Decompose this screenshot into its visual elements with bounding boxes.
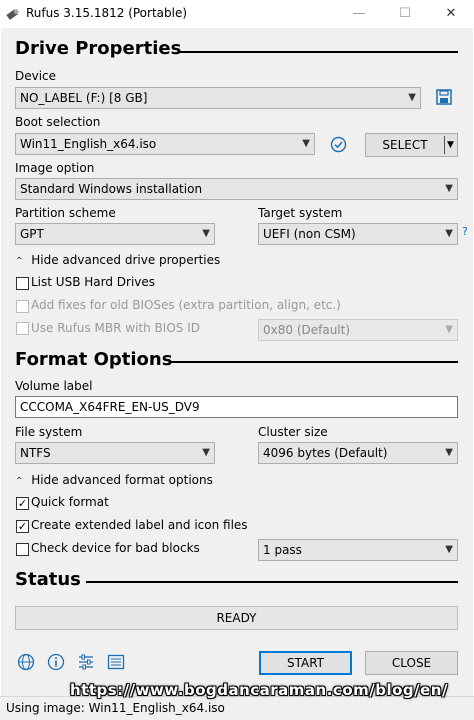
boot-selection-label: Boot selection xyxy=(15,115,101,129)
advanced-drive-toggle-label: Hide advanced drive properties xyxy=(31,253,221,267)
target-help-icon[interactable]: ? xyxy=(462,225,468,238)
partition-scheme-combo[interactable]: GPT ▼ xyxy=(15,223,215,245)
chevron-down-icon: ▼ xyxy=(202,228,210,239)
maximize-button[interactable]: ☐ xyxy=(382,0,428,28)
title-bar: Rufus 3.15.1812 (Portable) — ☐ ✕ xyxy=(0,0,474,28)
device-value: NO_LABEL (F:) [8 GB] xyxy=(20,91,148,105)
file-system-value: NTFS xyxy=(20,446,51,460)
chevron-up-icon: ⌃ xyxy=(15,256,24,267)
file-system-combo[interactable]: NTFS ▼ xyxy=(15,442,215,464)
partition-scheme-label: Partition scheme xyxy=(15,206,116,220)
image-option-label: Image option xyxy=(15,161,95,175)
chevron-down-icon: ▼ xyxy=(445,447,453,458)
add-fixes-label: Add fixes for old BIOSes (extra partitio… xyxy=(31,298,341,312)
format-options-heading: Format Options xyxy=(15,349,173,370)
settings-sliders-icon[interactable] xyxy=(77,653,95,671)
partition-scheme-value: GPT xyxy=(20,227,44,241)
check-circle-icon[interactable] xyxy=(330,136,347,153)
chevron-down-icon: ▼ xyxy=(445,324,453,335)
close-button[interactable]: CLOSE xyxy=(365,651,458,675)
status-progress-text: READY xyxy=(216,611,257,625)
target-system-label: Target system xyxy=(258,206,343,220)
image-option-value: Standard Windows installation xyxy=(20,182,203,196)
device-label: Device xyxy=(15,69,57,83)
start-button[interactable]: START xyxy=(259,651,352,675)
rufus-app-icon xyxy=(6,8,20,20)
select-button[interactable]: SELECT ▼ xyxy=(365,133,458,157)
extended-label-label: Create extended label and icon files xyxy=(31,518,248,532)
list-usb-checkbox[interactable] xyxy=(16,277,29,290)
volume-label-label: Volume label xyxy=(15,379,93,393)
passes-value: 1 pass xyxy=(263,543,302,557)
info-icon[interactable] xyxy=(47,653,65,671)
chevron-down-icon: ▼ xyxy=(202,447,210,458)
globe-icon[interactable] xyxy=(17,653,35,671)
watermark-url: https://www.bogdancaraman.com/blog/en/ xyxy=(70,681,448,699)
quick-format-label: Quick format xyxy=(31,495,109,509)
bad-blocks-checkbox[interactable] xyxy=(16,543,29,556)
drive-properties-heading: Drive Properties xyxy=(15,38,182,59)
chevron-down-icon: ▼ xyxy=(445,544,453,555)
device-combo[interactable]: NO_LABEL (F:) [8 GB] ▼ xyxy=(15,87,421,109)
chevron-down-icon: ▼ xyxy=(302,138,310,149)
chevron-down-icon: ▼ xyxy=(408,92,416,103)
target-system-value: UEFI (non CSM) xyxy=(263,227,356,241)
cluster-size-value: 4096 bytes (Default) xyxy=(263,446,388,460)
boot-selection-combo[interactable]: Win11_English_x64.iso ▼ xyxy=(15,133,315,155)
status-heading: Status xyxy=(15,569,81,590)
chevron-down-icon[interactable]: ▼ xyxy=(447,134,454,156)
boot-selection-value: Win11_English_x64.iso xyxy=(20,137,157,151)
window-title: Rufus 3.15.1812 (Portable) xyxy=(26,6,188,20)
advanced-format-toggle[interactable]: ⌃ Hide advanced format options xyxy=(15,473,213,487)
status-bar-text: Using image: Win11_English_x64.iso xyxy=(6,701,225,715)
passes-combo[interactable]: 1 pass ▼ xyxy=(258,539,458,561)
chevron-down-icon: ▼ xyxy=(445,228,453,239)
chevron-down-icon: ▼ xyxy=(445,183,453,194)
advanced-drive-toggle[interactable]: ⌃ Hide advanced drive properties xyxy=(15,253,220,267)
image-option-combo[interactable]: Standard Windows installation ▼ xyxy=(15,178,458,200)
save-icon[interactable] xyxy=(436,89,452,105)
bad-blocks-label: Check device for bad blocks xyxy=(31,541,200,555)
status-bar: Using image: Win11_English_x64.iso xyxy=(0,696,474,720)
section-divider xyxy=(171,361,458,363)
add-fixes-checkbox[interactable] xyxy=(16,300,29,313)
section-divider xyxy=(86,581,458,583)
log-icon[interactable] xyxy=(107,653,125,671)
bios-id-combo[interactable]: 0x80 (Default) ▼ xyxy=(258,319,458,341)
rufus-mbr-label: Use Rufus MBR with BIOS ID xyxy=(31,321,200,335)
bios-id-value: 0x80 (Default) xyxy=(263,323,351,337)
section-divider xyxy=(178,51,458,53)
rufus-mbr-checkbox[interactable] xyxy=(16,322,29,335)
chevron-up-icon: ⌃ xyxy=(15,476,24,487)
cluster-size-combo[interactable]: 4096 bytes (Default) ▼ xyxy=(258,442,458,464)
select-button-label: SELECT xyxy=(382,138,428,152)
extended-label-checkbox[interactable]: ✓ xyxy=(16,520,29,533)
target-system-combo[interactable]: UEFI (non CSM) ▼ xyxy=(258,223,458,245)
quick-format-checkbox[interactable]: ✓ xyxy=(16,497,29,510)
close-window-button[interactable]: ✕ xyxy=(428,0,474,28)
volume-label-input[interactable]: CCCOMA_X64FRE_EN-US_DV9 xyxy=(15,396,458,418)
file-system-label: File system xyxy=(15,425,83,439)
cluster-size-label: Cluster size xyxy=(258,425,328,439)
split-divider xyxy=(444,136,445,154)
advanced-format-toggle-label: Hide advanced format options xyxy=(31,473,213,487)
list-usb-label: List USB Hard Drives xyxy=(31,275,156,289)
minimize-button[interactable]: — xyxy=(336,0,382,28)
status-progress-bar: READY xyxy=(15,606,458,630)
